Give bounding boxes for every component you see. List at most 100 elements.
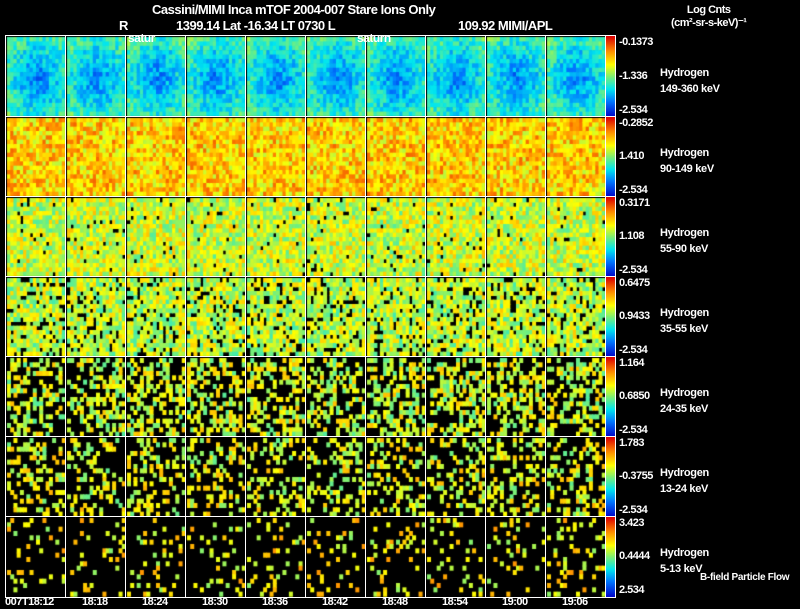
- heatmap-panel: [125, 35, 187, 118]
- heatmap-panel: [245, 356, 307, 438]
- energy-label: 90-149 keV: [660, 163, 714, 175]
- units-line1: Log Cnts: [686, 4, 731, 16]
- heatmap-panel: [545, 276, 607, 358]
- colorbar-max-label: 1.783: [619, 437, 645, 449]
- species-label: Hydrogen: [660, 387, 709, 399]
- heatmap-panel: [305, 116, 367, 198]
- heatmap-panel: [545, 35, 607, 118]
- heatmap-panel: [365, 276, 427, 358]
- heatmap-panel: [425, 436, 487, 518]
- heatmap-panel: [125, 436, 187, 518]
- energy-label: 13-24 keV: [660, 483, 709, 495]
- heatmap-panel: [245, 35, 307, 118]
- colorbar-max-label: 0.3171: [619, 197, 650, 209]
- colorbar-max-label: 0.6475: [619, 277, 650, 289]
- heatmap-panel: [185, 276, 247, 358]
- heatmap-panel: [305, 356, 367, 438]
- colorbar: [605, 516, 616, 598]
- units-line2: (cm²-sr-s-keV)⁻¹: [671, 17, 747, 29]
- time-tick-label: 007T18:12: [5, 596, 54, 608]
- colorbar-max-label: 3.423: [619, 517, 645, 529]
- energy-label: 55-90 keV: [660, 243, 709, 255]
- heatmap-panel: [365, 116, 427, 198]
- heatmap-panel: [5, 356, 67, 438]
- heatmap-panel: [65, 116, 127, 198]
- heatmap-panel: [125, 516, 187, 598]
- heatmap-panel: [5, 35, 67, 118]
- energy-label: 149-360 keV: [660, 82, 720, 95]
- energy-label: 24-35 keV: [660, 403, 709, 415]
- heatmap-panel: [305, 516, 367, 598]
- row-label: Hydrogen 24-35 keV: [660, 385, 709, 417]
- energy-label: 5-13 keV: [660, 563, 703, 575]
- heatmap-panel: [485, 116, 547, 198]
- plot-title: Cassini/MIMI Inca mTOF 2004-007 Stare Io…: [152, 2, 436, 17]
- heatmap-panel: [305, 436, 367, 518]
- colorbar-mid-label: 0.6850: [619, 390, 650, 402]
- heatmap-panel: [425, 196, 487, 278]
- row-label: Hydrogen 149-360 keV: [660, 65, 720, 97]
- time-tick-label: 18:54: [442, 596, 468, 608]
- footer-note: B-field Particle Flow: [700, 572, 790, 583]
- heatmap-panel: [425, 516, 487, 598]
- heatmap-panel: [65, 436, 127, 518]
- heatmap-panel: [125, 356, 187, 438]
- row-label: Hydrogen 90-149 keV: [660, 145, 714, 177]
- colorbar-min-label: -2.534: [619, 504, 648, 516]
- row-label: Hydrogen 35-55 keV: [660, 305, 709, 337]
- colorbar-mid-label: -0.3755: [619, 470, 653, 482]
- heatmap-panel: [245, 516, 307, 598]
- heatmap-panel: [485, 35, 547, 118]
- heatmap-panel: [365, 436, 427, 518]
- heatmap-panel: [185, 436, 247, 518]
- species-label: Hydrogen: [660, 66, 709, 79]
- heatmap-panel: [5, 436, 67, 518]
- colorbar: [605, 356, 616, 438]
- heatmap-panel: [65, 35, 127, 118]
- heatmap-panel: [485, 516, 547, 598]
- species-label: Hydrogen: [660, 147, 709, 159]
- row-label: Hydrogen 55-90 keV: [660, 225, 709, 257]
- heatmap-panel: [545, 516, 607, 598]
- heatmap-panel: [305, 196, 367, 278]
- row-label: Hydrogen 5-13 keV: [660, 545, 709, 577]
- heatmap-panel: [485, 436, 547, 518]
- colorbar: [605, 116, 616, 198]
- row-label: Hydrogen 13-24 keV: [660, 465, 709, 497]
- heatmap-panel: [125, 276, 187, 358]
- heatmap-panel: [365, 356, 427, 438]
- species-label: Hydrogen: [660, 227, 709, 239]
- heatmap-panel: [245, 116, 307, 198]
- species-label: Hydrogen: [660, 547, 709, 559]
- energy-label: 35-55 keV: [660, 323, 709, 335]
- heatmap-panel: [485, 276, 547, 358]
- colorbar-max-label: -0.1373: [619, 36, 653, 48]
- colorbar-min-label: -2.534: [619, 424, 648, 436]
- heatmap-panel: [245, 276, 307, 358]
- time-tick-label: 18:36: [262, 596, 288, 608]
- saturn-label: saturn: [357, 31, 391, 45]
- heatmap-panel: [485, 356, 547, 438]
- heatmap-panel: [65, 276, 127, 358]
- colorbar: [605, 276, 616, 358]
- heatmap-panel: [365, 516, 427, 598]
- colorbar-mid-label: 0.4444: [619, 550, 650, 562]
- heatmap-panel: [425, 116, 487, 198]
- colorbar-min-label: 2.534: [619, 584, 645, 596]
- colorbar-max-label: 1.164: [619, 357, 645, 369]
- heatmap-panel: [425, 35, 487, 118]
- time-tick-label: 18:30: [202, 596, 228, 608]
- colorbar-min-label: -2.534: [619, 344, 648, 356]
- heatmap-panel: [185, 196, 247, 278]
- heatmap-panel: [5, 116, 67, 198]
- species-label: Hydrogen: [660, 467, 709, 479]
- l-value: 109.92 MIMI/APL: [458, 18, 553, 33]
- colorbar: [605, 196, 616, 278]
- colorbar-mid-label: 0.9433: [619, 310, 650, 322]
- time-tick-label: 18:24: [142, 596, 168, 608]
- colorbar: [605, 35, 616, 118]
- heatmap-panel: [185, 35, 247, 118]
- heatmap-panel: [125, 116, 187, 198]
- colorbar-min-label: -2.534: [619, 184, 648, 196]
- time-tick-label: 19:00: [502, 596, 528, 608]
